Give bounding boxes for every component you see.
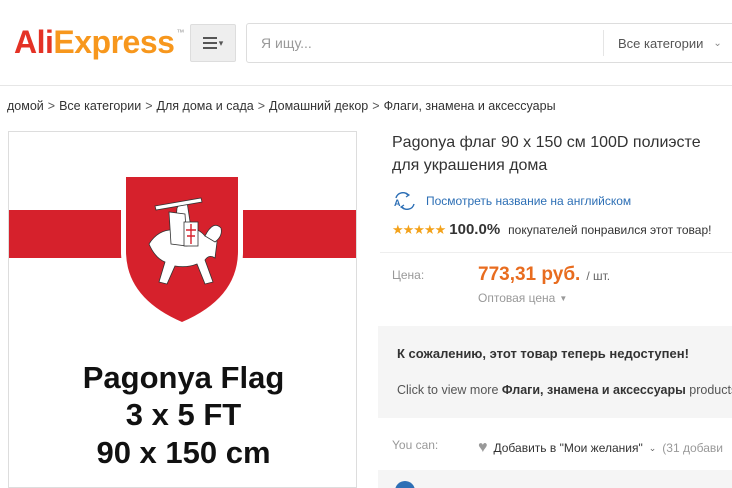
divider [380,252,732,253]
image-text-line3: 90 x 150 cm [96,435,270,470]
product-image[interactable]: Pagonya Flag 3 x 5 FT 90 x 150 cm [8,131,357,488]
unavailable-notice: К сожалению, этот товар теперь недоступе… [378,326,732,418]
translate-icon-letter: А [394,198,401,208]
hamburger-icon [202,37,217,49]
product-title: Pagonya флаг 90 x 150 см 100D полиэсте [392,134,701,151]
category-menu-button[interactable]: ▾ [190,24,236,62]
heart-icon: ♥ [478,439,488,456]
view-more-category: Флаги, знамена и аксессуары [501,383,686,397]
product-rating: ★★★★★ 100.0% покупателей понравился этот… [392,221,711,238]
site-header: AliExpress ™ ▾ Все категории ⌄ [0,0,732,86]
wholesale-price-toggle[interactable]: Оптовая цена ▼ [478,291,567,305]
breadcrumb-separator: > [257,99,266,113]
search-category-label: Все категории [618,35,704,51]
rating-text: покупателей понравился этот товар! [508,222,712,237]
breadcrumb-all-categories[interactable]: Все категории [59,99,141,113]
price-unit: / шт. [586,269,611,283]
logo-text-main: Ali [14,24,54,60]
image-text-line2: 3 x 5 FT [126,397,241,432]
search-category-select[interactable]: Все категории ⌄ [603,30,732,56]
wholesale-label: Оптовая цена [478,291,556,305]
breadcrumb-home[interactable]: домой [7,99,44,113]
view-more-prefix: Click to view more [397,383,499,397]
translate-link-label: Посмотреть название на английском [426,194,632,208]
breadcrumb-home-garden[interactable]: Для дома и сада [157,99,254,113]
breadcrumb-separator: > [47,99,56,113]
product-title-line2: для украшения дома [392,157,548,174]
breadcrumb-flags[interactable]: Флаги, знамена и аксессуары [384,99,556,113]
view-more-link[interactable]: Click to view more Флаги, знамена и аксе… [397,383,732,397]
buyer-protection-strip [378,470,732,488]
rating-percent: 100.0% [449,221,501,238]
unavailable-title: К сожалению, этот товар теперь недоступе… [397,346,689,361]
breadcrumb-separator: > [145,99,153,113]
translate-title-link[interactable]: А Посмотреть название на английском [392,192,631,210]
wishlist-count: (31 добави [662,441,723,455]
translate-icon: А [392,192,418,210]
aliexpress-logo[interactable]: AliExpress ™ [14,26,184,66]
logo-text-accent: Express [53,24,175,60]
price-label: Цена: [392,268,425,282]
wishlist-label: Добавить в "Мои желания" [493,441,643,455]
image-text-line1: Pagonya Flag [83,360,285,395]
breadcrumb-home-decor[interactable]: Домашний декор [269,99,368,113]
logo-trademark: ™ [176,28,185,37]
caret-down-icon: ▾ [218,37,224,48]
search-input[interactable] [247,24,603,62]
chevron-down-icon: ⌄ [713,37,722,49]
search-bar: Все категории ⌄ [246,23,732,63]
you-can-label: You can: [392,438,439,452]
add-to-wishlist-button[interactable]: ♥ Добавить в "Мои желания" ⌄ (31 добави [478,440,723,456]
star-rating-icon: ★★★★★ [392,221,446,237]
price-row: 773,31 руб. / шт. [478,264,610,286]
price-value: 773,31 руб. [478,264,581,285]
view-more-suffix: products [689,383,732,397]
caret-down-icon: ▼ [559,293,568,303]
breadcrumb-separator: > [372,99,380,113]
chevron-down-icon: ⌄ [648,442,657,453]
breadcrumb: домой > Все категории > Для дома и сада > Дома… [7,99,556,113]
